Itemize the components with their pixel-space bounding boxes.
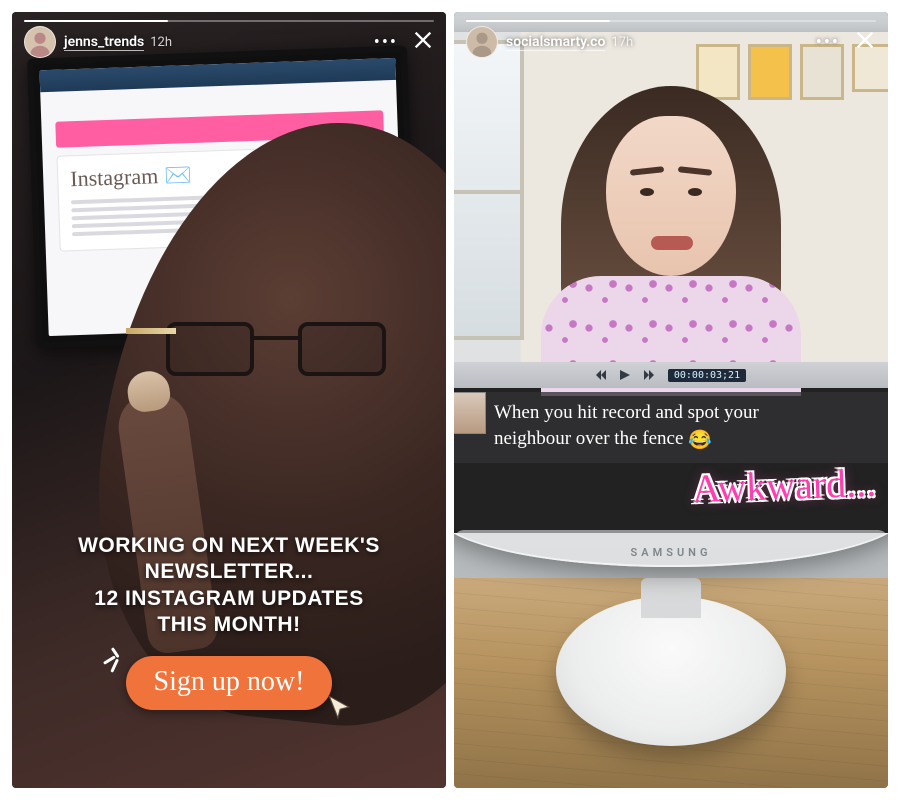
play-icon[interactable] <box>620 370 630 380</box>
story2-monitor-stand <box>556 596 786 746</box>
timeline-thumbnail[interactable] <box>454 392 486 434</box>
skip-back-icon[interactable] <box>596 370 606 380</box>
story1-overlay-line1: WORKING ON NEXT WEEK'S <box>42 533 416 559</box>
story1-cta-wrap: Sign up now! <box>12 656 446 710</box>
signup-button-label: Sign up now! <box>154 666 305 697</box>
story2-monitor-screen: 00:00:03;21 When you hit record and spot… <box>454 32 888 533</box>
story1-timestamp: 12h <box>150 35 172 50</box>
envelope-icon: ✉️ <box>164 162 192 189</box>
video-frame <box>454 32 888 362</box>
video-playback-bar[interactable]: 00:00:03;21 <box>454 362 888 388</box>
story2-avatar[interactable] <box>466 26 498 58</box>
story1-overlay-line4: THIS MONTH! <box>42 612 416 638</box>
story1-username[interactable]: jenns_trends <box>64 34 144 51</box>
story2-caption: When you hit record and spot your neighb… <box>454 392 888 463</box>
mac-dock[interactable]: ∎tv <box>454 530 888 533</box>
room-window <box>454 40 524 340</box>
playback-timecode: 00:00:03;21 <box>668 369 746 382</box>
more-options-icon[interactable]: ••• <box>374 32 398 53</box>
story1-overlay-text: WORKING ON NEXT WEEK'S NEWSLETTER... 12 … <box>12 533 446 638</box>
monitor-brand-label: SAMSUNG <box>454 546 888 559</box>
story2-caption-line1: When you hit record and spot your <box>494 402 759 423</box>
story2-progress-track[interactable] <box>466 20 876 22</box>
glasses-icon <box>166 322 386 382</box>
skip-forward-icon[interactable] <box>644 370 654 380</box>
person-in-video <box>551 86 791 366</box>
story2-progress-fill <box>466 20 610 22</box>
story2-username[interactable]: socialsmarty.co <box>506 34 605 51</box>
laughing-emoji-icon: 😂 <box>688 430 712 451</box>
story1-progress-fill <box>24 20 168 22</box>
close-icon[interactable] <box>412 29 434 55</box>
cursor-icon <box>326 694 352 728</box>
close-icon[interactable] <box>854 29 876 55</box>
story1-monitor-heading: Instagram <box>70 163 159 192</box>
story1-overlay-line2: NEWSLETTER... <box>42 559 416 585</box>
story1-progress-track[interactable] <box>24 20 434 22</box>
story2-monitor-neck <box>641 578 701 618</box>
story-panel-1: Instagram ✉️ WORKING ON NEXT WEEK'S NEWS… <box>12 12 446 788</box>
story-panel-2: 00:00:03;21 When you hit record and spot… <box>454 12 888 788</box>
story2-timestamp: 17h <box>611 35 633 50</box>
signup-button[interactable]: Sign up now! <box>126 656 333 710</box>
story2-monitor: 00:00:03;21 When you hit record and spot… <box>454 32 888 567</box>
more-options-icon[interactable]: ••• <box>816 32 840 53</box>
story2-caption-line2: neighbour over the fence <box>494 428 683 449</box>
awkward-sticker: Awkward... <box>691 459 877 512</box>
story1-overlay-line3: 12 INSTAGRAM UPDATES <box>42 586 416 612</box>
story1-avatar[interactable] <box>24 26 56 58</box>
